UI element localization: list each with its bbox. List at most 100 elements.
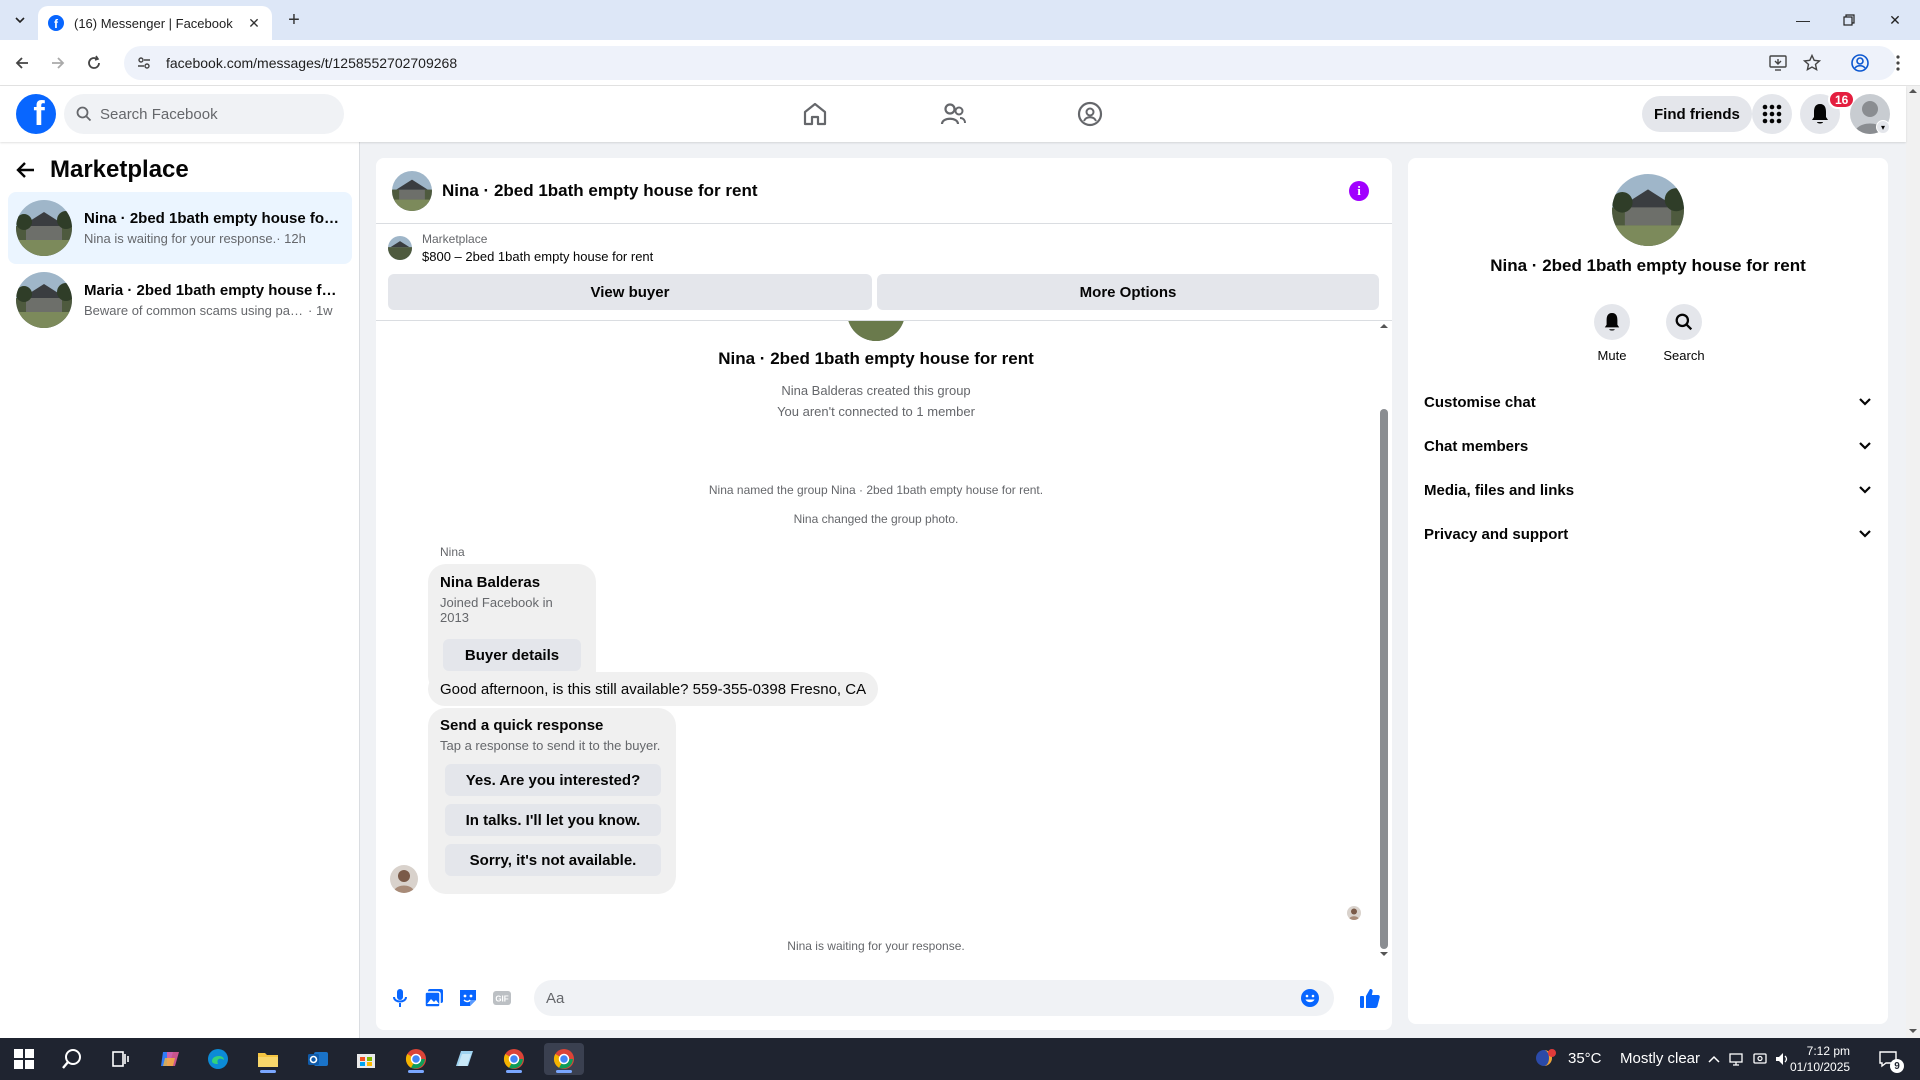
menu-button[interactable] (1752, 94, 1792, 134)
section-chat-members[interactable]: Chat members (1416, 424, 1880, 468)
view-buyer-button[interactable]: View buyer (388, 274, 872, 310)
tab-search-button[interactable] (8, 8, 32, 32)
taskbar-file-explorer[interactable] (248, 1043, 288, 1075)
search-in-chat-button[interactable]: Search (1654, 304, 1714, 363)
tab-title: (16) Messenger | Facebook (74, 15, 233, 31)
chat-avatar[interactable] (392, 170, 432, 211)
tab-close-icon[interactable]: ✕ (246, 15, 262, 31)
taskbar-search-button[interactable] (52, 1043, 92, 1075)
nav-friends[interactable] (898, 92, 1008, 136)
info-avatar[interactable] (1612, 174, 1684, 246)
notification-center-button[interactable]: 9 (1870, 1043, 1906, 1075)
arrow-right-icon (52, 57, 65, 69)
mute-label: Mute (1597, 348, 1627, 363)
address-bar[interactable]: facebook.com/messages/t/1258552702709268 (124, 46, 1896, 80)
task-view-button[interactable] (100, 1043, 140, 1075)
more-options-button[interactable]: More Options (877, 274, 1379, 310)
restore-button[interactable] (1826, 0, 1872, 40)
listing-label: Marketplace (422, 232, 488, 246)
search-icon (62, 1049, 81, 1069)
arrow-left-icon[interactable] (16, 160, 36, 180)
mute-button[interactable]: Mute (1582, 304, 1642, 363)
attach-media-button[interactable] (422, 986, 446, 1010)
section-privacy-support[interactable]: Privacy and support (1416, 512, 1880, 556)
voice-clip-button[interactable] (388, 986, 412, 1010)
network-icon-button[interactable] (1726, 1043, 1746, 1075)
weather-text[interactable]: Mostly clear (1620, 1050, 1700, 1067)
minimize-button[interactable]: — (1780, 0, 1826, 40)
show-hidden-icons-button[interactable] (1704, 1043, 1724, 1075)
conversation-item-nina[interactable]: Nina · 2bed 1bath empty house for rent N… (8, 192, 352, 264)
sender-name: Nina (440, 545, 465, 559)
section-customise-chat[interactable]: Customise chat (1416, 380, 1880, 424)
scroll-down-icon[interactable] (1906, 1026, 1920, 1036)
taskbar-chrome-3-active[interactable] (544, 1043, 584, 1075)
conversation-item-maria[interactable]: Maria · 2bed 1bath empty house for rent … (8, 264, 352, 336)
find-friends-button[interactable]: Find friends (1642, 96, 1752, 132)
nav-home[interactable] (760, 92, 870, 136)
reload-button[interactable] (80, 49, 108, 77)
start-button[interactable] (4, 1043, 44, 1075)
thread-scrollbar[interactable] (1376, 321, 1392, 961)
section-media-files-links[interactable]: Media, files and links (1416, 468, 1880, 512)
facebook-search[interactable] (64, 94, 344, 134)
emoji-icon[interactable] (1300, 988, 1320, 1008)
forward-button[interactable] (44, 49, 72, 77)
active-indicator (260, 1070, 276, 1073)
buyer-details-button[interactable]: Buyer details (443, 639, 581, 671)
taskbar-edge[interactable] (198, 1043, 238, 1075)
browser-tab-active[interactable]: f (16) Messenger | Facebook ✕ (38, 6, 272, 40)
system-message-named: Nina named the group Nina · 2bed 1bath e… (708, 483, 1044, 497)
install-app-button[interactable] (1764, 49, 1792, 77)
scroll-up-icon[interactable] (1906, 86, 1920, 96)
temperature[interactable]: 35°C (1568, 1050, 1602, 1067)
reload-icon (88, 55, 100, 69)
quick-response-title: Send a quick response (440, 717, 604, 734)
facebook-logo-icon[interactable]: f (16, 94, 56, 134)
message-thread[interactable]: Nina · 2bed 1bath empty house for rent N… (376, 321, 1392, 961)
taskbar-chrome-1[interactable] (396, 1043, 436, 1075)
copilot-icon (161, 1052, 179, 1066)
message-input[interactable] (546, 989, 1286, 1007)
system-clock[interactable]: 7:12 pm 01/10/2025 (1790, 1043, 1850, 1075)
display-icon-button[interactable] (1750, 1043, 1770, 1075)
scroll-down-icon[interactable] (1376, 949, 1392, 959)
sticker-icon (460, 990, 476, 1006)
info-icon[interactable]: i (1349, 181, 1369, 201)
gif-button[interactable]: GIF (490, 986, 514, 1010)
quick-response-yes[interactable]: Yes. Are you interested? (445, 764, 661, 796)
active-indicator (506, 1070, 522, 1073)
new-tab-button[interactable]: + (282, 8, 306, 32)
volume-icon-button[interactable] (1772, 1043, 1792, 1075)
account-caret-icon[interactable]: ▾ (1876, 120, 1890, 134)
taskbar-outlook[interactable] (298, 1043, 338, 1075)
scroll-up-icon[interactable] (1376, 321, 1392, 331)
listing-summary[interactable]: Marketplace $800 – 2bed 1bath empty hous… (388, 232, 653, 264)
page-scrollbar[interactable] (1906, 86, 1920, 1038)
quick-response-sorry[interactable]: Sorry, it's not available. (445, 844, 661, 876)
taskbar-copilot[interactable] (150, 1043, 190, 1075)
site-settings-icon[interactable] (136, 55, 152, 71)
url-text: facebook.com/messages/t/1258552702709268 (166, 55, 458, 71)
message-input-wrapper[interactable] (534, 980, 1334, 1016)
system-message-photo: Nina changed the group photo. (793, 512, 959, 526)
svg-text:GIF: GIF (495, 995, 508, 1004)
nav-groups[interactable] (1035, 92, 1145, 136)
facebook-search-input[interactable] (100, 105, 320, 123)
sender-avatar[interactable] (390, 865, 418, 893)
message-bubble: Good afternoon, is this still available?… (428, 672, 879, 706)
taskbar-chrome-2[interactable] (494, 1043, 534, 1075)
chat-title[interactable]: Nina · 2bed 1bath empty house for rent (442, 181, 758, 201)
back-button[interactable] (8, 49, 36, 77)
bookmark-button[interactable] (1798, 49, 1826, 77)
quick-response-in-talks[interactable]: In talks. I'll let you know. (445, 804, 661, 836)
weather-widget-icon[interactable] (1532, 1043, 1560, 1075)
sticker-button[interactable] (456, 986, 480, 1010)
browser-menu-button[interactable] (1884, 49, 1912, 77)
close-window-button[interactable]: ✕ (1872, 0, 1918, 40)
taskbar-app[interactable] (444, 1043, 484, 1075)
taskbar-store[interactable] (346, 1043, 386, 1075)
profile-button[interactable] (1846, 49, 1874, 77)
like-send-button[interactable] (1358, 986, 1382, 1010)
scroll-thumb[interactable] (1380, 409, 1388, 949)
